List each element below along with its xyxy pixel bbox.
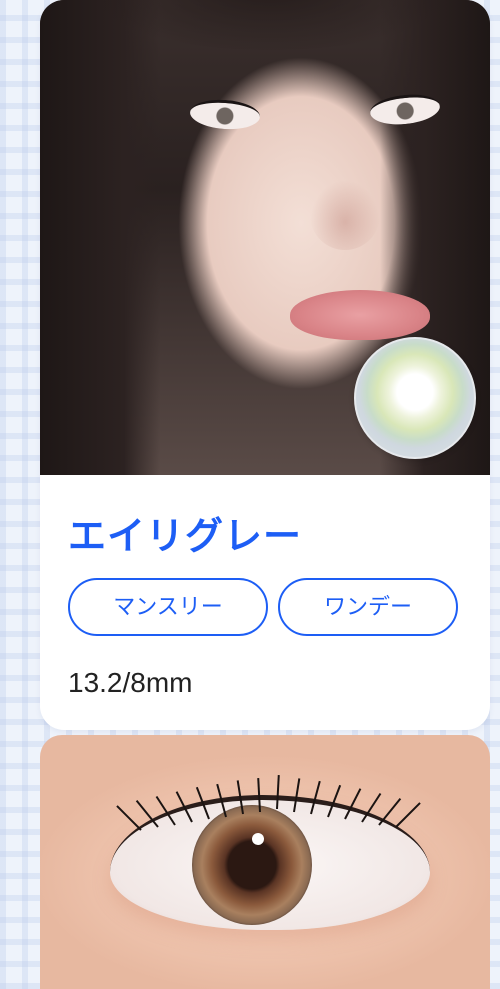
iris-highlight <box>252 833 264 845</box>
contact-lens-image <box>354 337 476 459</box>
model-hair <box>40 0 160 475</box>
product-name: エイリグレー <box>68 516 303 558</box>
eyelash <box>116 805 142 831</box>
model-lips <box>290 290 430 340</box>
tag-list: マンスリー ワンデー <box>68 578 490 636</box>
tag-monthly[interactable]: マンスリー <box>68 578 268 636</box>
eyelash <box>395 802 421 828</box>
product-card[interactable]: エイリグレー マンスリー ワンデー 13.2/8mm <box>40 0 490 730</box>
product-info: エイリグレー マンスリー ワンデー 13.2/8mm <box>40 475 490 700</box>
lens-iris <box>192 805 312 925</box>
eye-closeup-image <box>40 735 490 989</box>
model-photo <box>40 0 490 475</box>
product-spec: 13.2/8mm <box>68 667 193 698</box>
model-left-eye <box>189 97 261 132</box>
tag-oneday[interactable]: ワンデー <box>278 578 458 636</box>
model-nose <box>310 180 380 250</box>
